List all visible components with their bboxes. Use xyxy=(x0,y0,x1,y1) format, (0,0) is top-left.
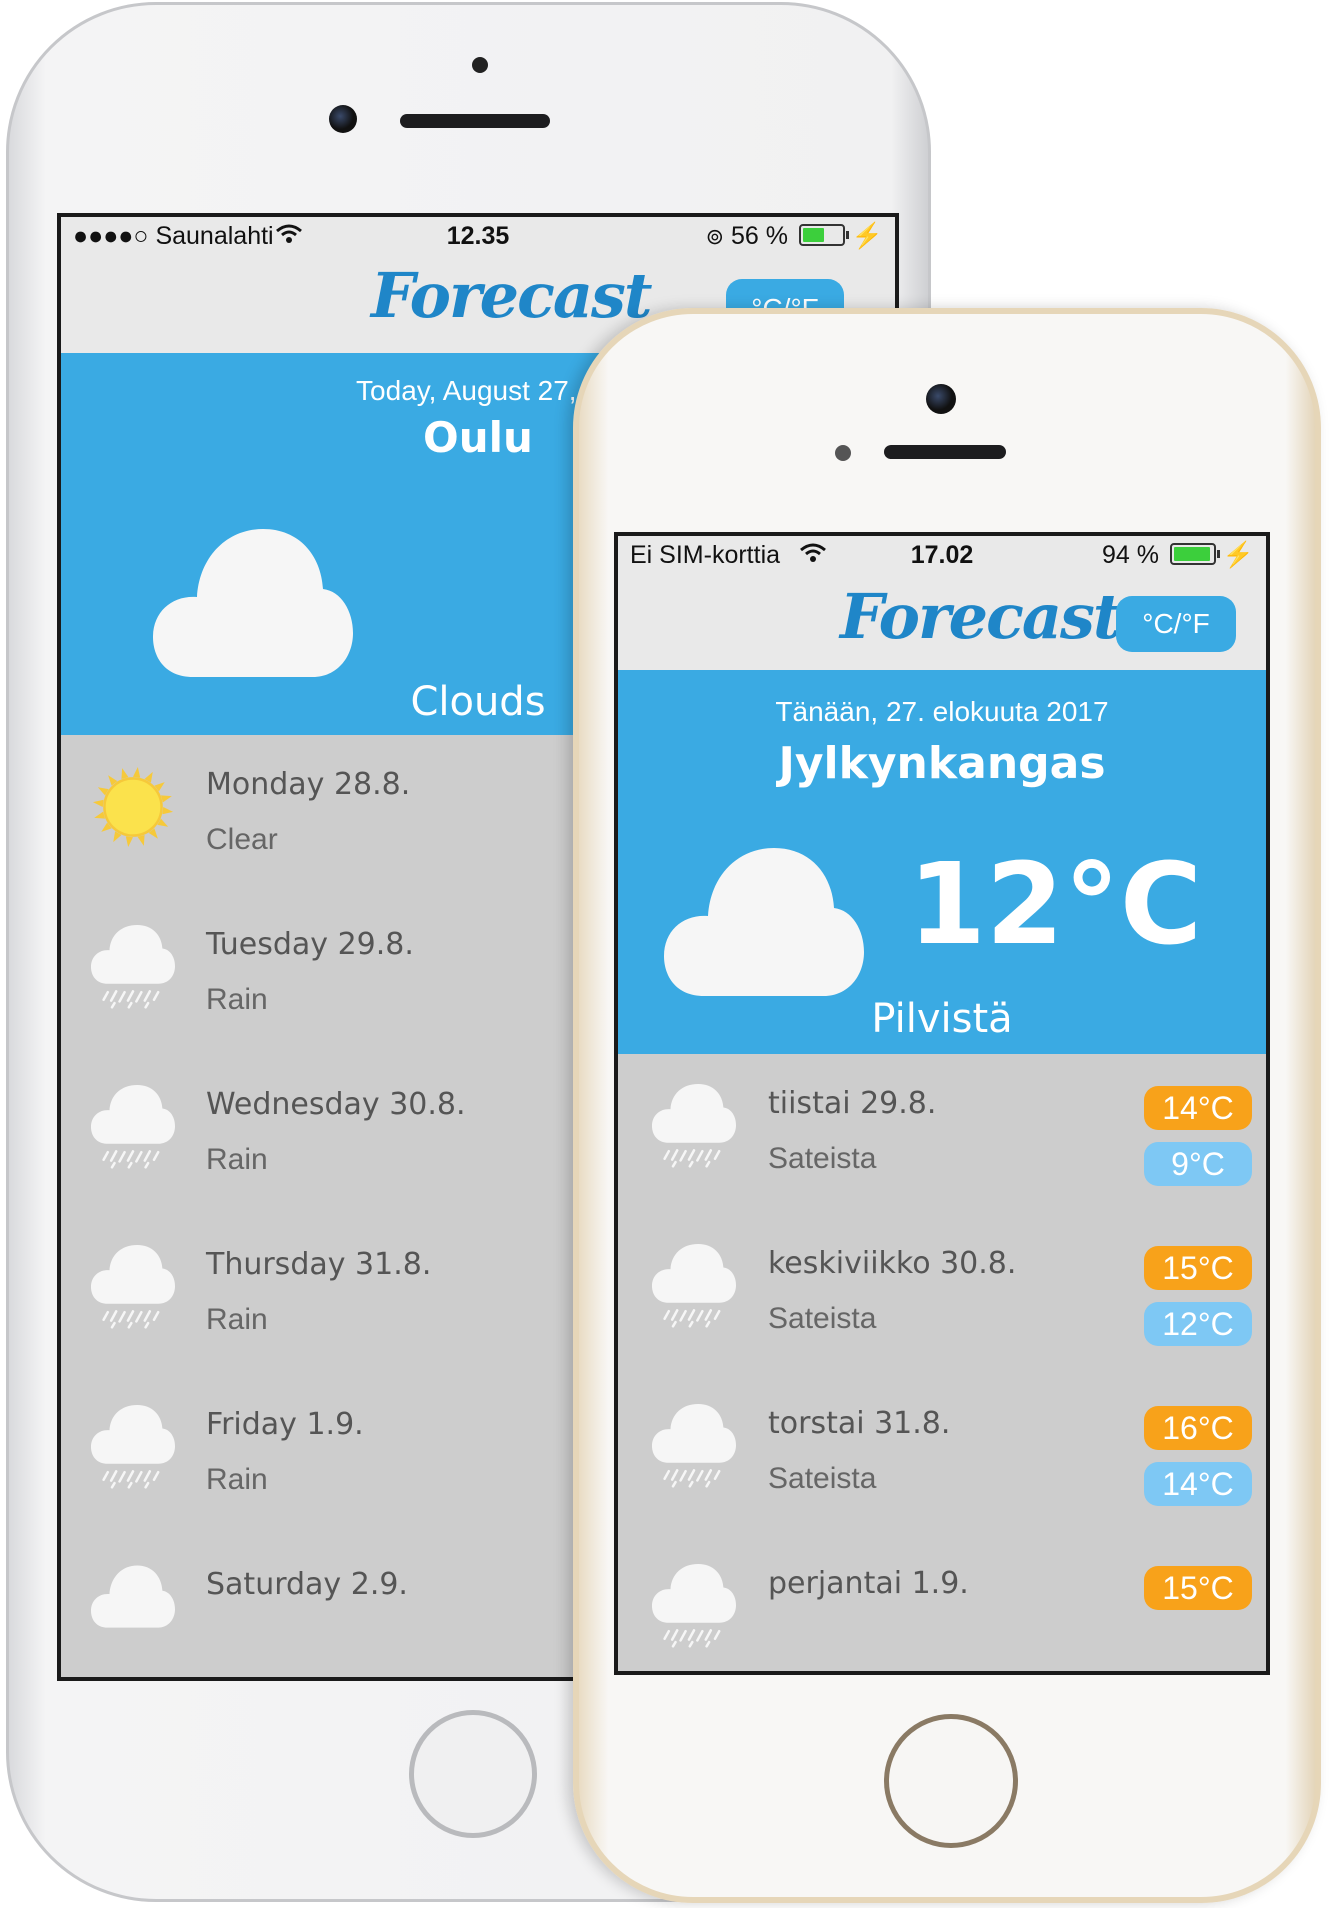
high-temp-badge: 15°C xyxy=(1144,1566,1252,1610)
current-weather-panel: Tänään, 27. elokuuta 2017 Jylkynkangas 1… xyxy=(618,670,1266,1054)
forecast-day: tiistai 29.8. xyxy=(768,1086,937,1121)
app-header: Ei SIM-korttia 17.02 94 % ⚡ Forecast °C/… xyxy=(618,536,1266,670)
forecast-day: keskiviikko 30.8. xyxy=(768,1246,1017,1281)
earpiece-speaker xyxy=(400,114,550,128)
forecast-list[interactable]: tiistai 29.8. Sateista 14°C 9°C keskiviikko … xyxy=(618,1054,1266,1671)
forecast-day: Thursday 31.8. xyxy=(206,1247,432,1282)
low-temp-badge: 14°C xyxy=(1144,1462,1252,1506)
rain-cloud-icon xyxy=(91,1405,175,1493)
rain-cloud-icon xyxy=(91,1245,175,1333)
home-button[interactable] xyxy=(409,1710,537,1838)
high-temp-badge: 14°C xyxy=(1144,1086,1252,1130)
battery-status: ⊚ 56 % ⚡ xyxy=(706,222,883,251)
current-temperature: 12°C xyxy=(908,840,1203,970)
rain-cloud-icon xyxy=(652,1564,736,1652)
city-name: Jylkynkangas xyxy=(778,738,1106,789)
forecast-day: torstai 31.8. xyxy=(768,1406,951,1441)
forecast-condition: Rain xyxy=(206,1143,268,1176)
battery-percent: 56 % xyxy=(730,222,788,250)
forecast-day: Friday 1.9. xyxy=(206,1407,364,1442)
rain-cloud-icon xyxy=(91,925,175,1013)
cloud-icon xyxy=(153,529,353,679)
current-condition: Pilvistä xyxy=(871,996,1013,1042)
forecast-day: Saturday 2.9. xyxy=(206,1567,408,1602)
battery-level-fill xyxy=(802,228,825,242)
forecast-row[interactable]: tiistai 29.8. Sateista 14°C 9°C xyxy=(618,1084,1266,1244)
forecast-condition: Rain xyxy=(206,983,268,1016)
rain-cloud-icon xyxy=(91,1085,175,1173)
earpiece-speaker xyxy=(884,445,1006,459)
low-temp-badge: 9°C xyxy=(1144,1142,1252,1186)
rain-cloud-icon xyxy=(652,1244,736,1332)
proximity-sensor xyxy=(472,57,488,73)
battery-icon xyxy=(1169,543,1220,565)
high-temp-badge: 16°C xyxy=(1144,1406,1252,1450)
front-phone-screen: Ei SIM-korttia 17.02 94 % ⚡ Forecast °C/… xyxy=(614,532,1270,1675)
app-logo: Forecast xyxy=(371,259,653,332)
forecast-row[interactable]: torstai 31.8. Sateista 16°C 14°C xyxy=(618,1404,1266,1564)
home-button[interactable] xyxy=(884,1714,1018,1848)
forecast-condition: Sateista xyxy=(768,1142,877,1175)
status-bar: Ei SIM-korttia 17.02 94 % ⚡ xyxy=(618,536,1266,572)
proximity-sensor xyxy=(835,445,851,461)
forecast-day: perjantai 1.9. xyxy=(768,1566,969,1601)
cloud-icon xyxy=(91,1565,175,1633)
charging-icon: ⚡ xyxy=(1222,541,1254,569)
charging-icon: ⚡ xyxy=(851,222,883,250)
sun-icon xyxy=(91,765,175,853)
forecast-row[interactable]: perjantai 1.9. 15°C xyxy=(618,1564,1266,1675)
forecast-day: Monday 28.8. xyxy=(206,767,411,802)
front-phone: Ei SIM-korttia 17.02 94 % ⚡ Forecast °C/… xyxy=(573,308,1321,1903)
battery-icon xyxy=(798,224,849,246)
battery-percent: 94 % xyxy=(1101,541,1159,569)
high-temp-badge: 15°C xyxy=(1144,1246,1252,1290)
forecast-condition: Sateista xyxy=(768,1302,877,1335)
forecast-day: Wednesday 30.8. xyxy=(206,1087,466,1122)
unit-toggle-button[interactable]: °C/°F xyxy=(1116,596,1236,652)
rain-cloud-icon xyxy=(652,1084,736,1172)
forecast-condition: Rain xyxy=(206,1303,268,1336)
cloud-icon xyxy=(664,848,864,998)
battery-level-fill xyxy=(1173,547,1210,561)
forecast-day: Tuesday 29.8. xyxy=(206,927,414,962)
front-camera-icon xyxy=(926,384,956,414)
forecast-condition: Rain xyxy=(206,1463,268,1496)
low-temp-badge: 12°C xyxy=(1144,1302,1252,1346)
forecast-condition: Clear xyxy=(206,823,278,856)
rotation-lock-icon: ⊚ xyxy=(705,224,725,249)
rain-cloud-icon xyxy=(652,1404,736,1492)
forecast-condition: Sateista xyxy=(768,1462,877,1495)
battery-status: 94 % ⚡ xyxy=(1102,541,1254,570)
status-bar: ●●●●○ Saunalahti 12.35 ⊚ 56 % ⚡ xyxy=(61,217,895,253)
forecast-row[interactable]: keskiviikko 30.8. Sateista 15°C 12°C xyxy=(618,1244,1266,1404)
front-camera-icon xyxy=(329,105,357,133)
current-date: Tänään, 27. elokuuta 2017 xyxy=(775,696,1109,727)
app-logo: Forecast xyxy=(840,580,1122,653)
